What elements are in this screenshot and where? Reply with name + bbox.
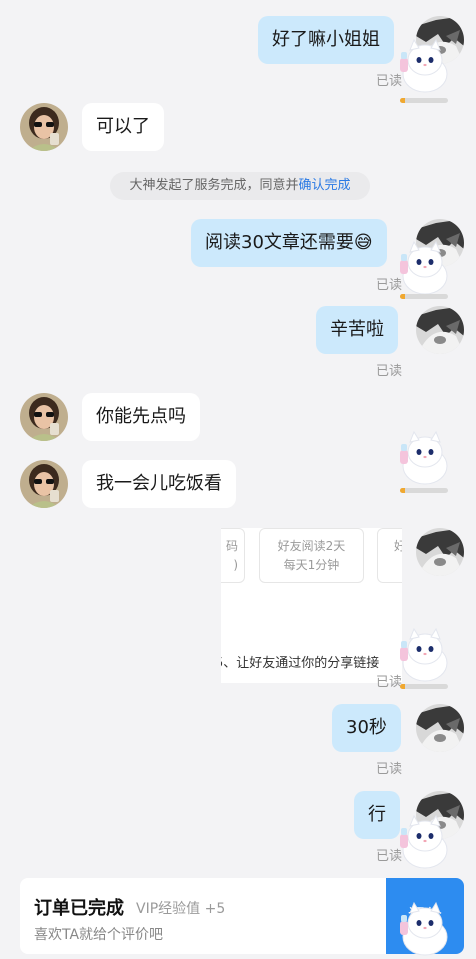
message-bubble-outgoing[interactable]: 辛苦啦 bbox=[316, 306, 398, 354]
pet-progress-bar bbox=[400, 98, 448, 103]
message-bubble-outgoing[interactable]: 30秒 bbox=[332, 704, 401, 752]
rate-prompt: 喜欢TA就给个评价吧 bbox=[34, 927, 164, 943]
pet-progress-bar bbox=[400, 294, 448, 299]
pet-cat-icon[interactable] bbox=[398, 625, 452, 685]
message-bubble-incoming[interactable]: 可以了 bbox=[82, 103, 164, 151]
my-avatar[interactable] bbox=[416, 528, 464, 576]
message-bubble-outgoing[interactable]: 行 bbox=[354, 791, 400, 839]
contact-avatar[interactable] bbox=[20, 103, 68, 151]
card-tile-right: 好 bbox=[377, 528, 402, 583]
my-avatar[interactable] bbox=[416, 704, 464, 752]
pet-progress-bar bbox=[400, 684, 448, 689]
read-status: 已读 bbox=[375, 278, 402, 293]
read-status: 已读 bbox=[375, 74, 402, 89]
read-status: 已读 bbox=[375, 364, 402, 379]
card-tile-mid-line1: 好友阅读2天 bbox=[277, 539, 346, 553]
vip-exp-label: VIP经验值 +5 bbox=[136, 901, 226, 917]
message-bubble-incoming[interactable]: 我一会儿吃饭看 bbox=[82, 460, 236, 508]
card-tile-right-text: 好 bbox=[394, 539, 402, 553]
pet-cat-icon[interactable] bbox=[398, 812, 452, 872]
contact-avatar[interactable] bbox=[20, 393, 68, 441]
card-tile-mid: 好友阅读2天 每天1分钟 bbox=[259, 528, 364, 583]
order-status-title: 订单已完成 bbox=[34, 898, 124, 919]
message-bubble-incoming[interactable]: 你能先点吗 bbox=[82, 393, 200, 441]
pet-progress-bar bbox=[400, 488, 448, 493]
card-tile-mid-line2: 每天1分钟 bbox=[283, 558, 340, 572]
card-footer-text: 5、让好友通过你的分享链接 bbox=[221, 656, 380, 671]
contact-avatar[interactable] bbox=[20, 460, 68, 508]
card-tile-left: 码 ) bbox=[221, 528, 245, 583]
pet-cat-icon[interactable] bbox=[398, 36, 452, 96]
pet-cat-icon[interactable] bbox=[398, 238, 452, 298]
card-tile-left-text: 码 ) bbox=[225, 539, 238, 572]
shared-image-card[interactable]: 码 ) 好友阅读2天 每天1分钟 好 5、让好友通过你的分享链接 bbox=[221, 528, 402, 683]
system-notice: 大神发起了服务完成，同意并确认完成 bbox=[110, 172, 370, 200]
read-status: 已读 bbox=[375, 675, 402, 690]
pet-cat-icon[interactable] bbox=[398, 899, 452, 959]
read-status: 已读 bbox=[375, 849, 402, 864]
pet-cat-icon[interactable] bbox=[398, 428, 452, 488]
confirm-complete-link[interactable]: 确认完成 bbox=[299, 178, 351, 193]
message-bubble-outgoing[interactable]: 阅读30文章还需要😅 bbox=[191, 219, 387, 267]
message-bubble-outgoing[interactable]: 好了嘛小姐姐 bbox=[258, 16, 394, 64]
system-notice-text: 大神发起了服务完成，同意并 bbox=[129, 178, 299, 193]
my-avatar[interactable] bbox=[416, 306, 464, 354]
read-status: 已读 bbox=[375, 762, 402, 777]
